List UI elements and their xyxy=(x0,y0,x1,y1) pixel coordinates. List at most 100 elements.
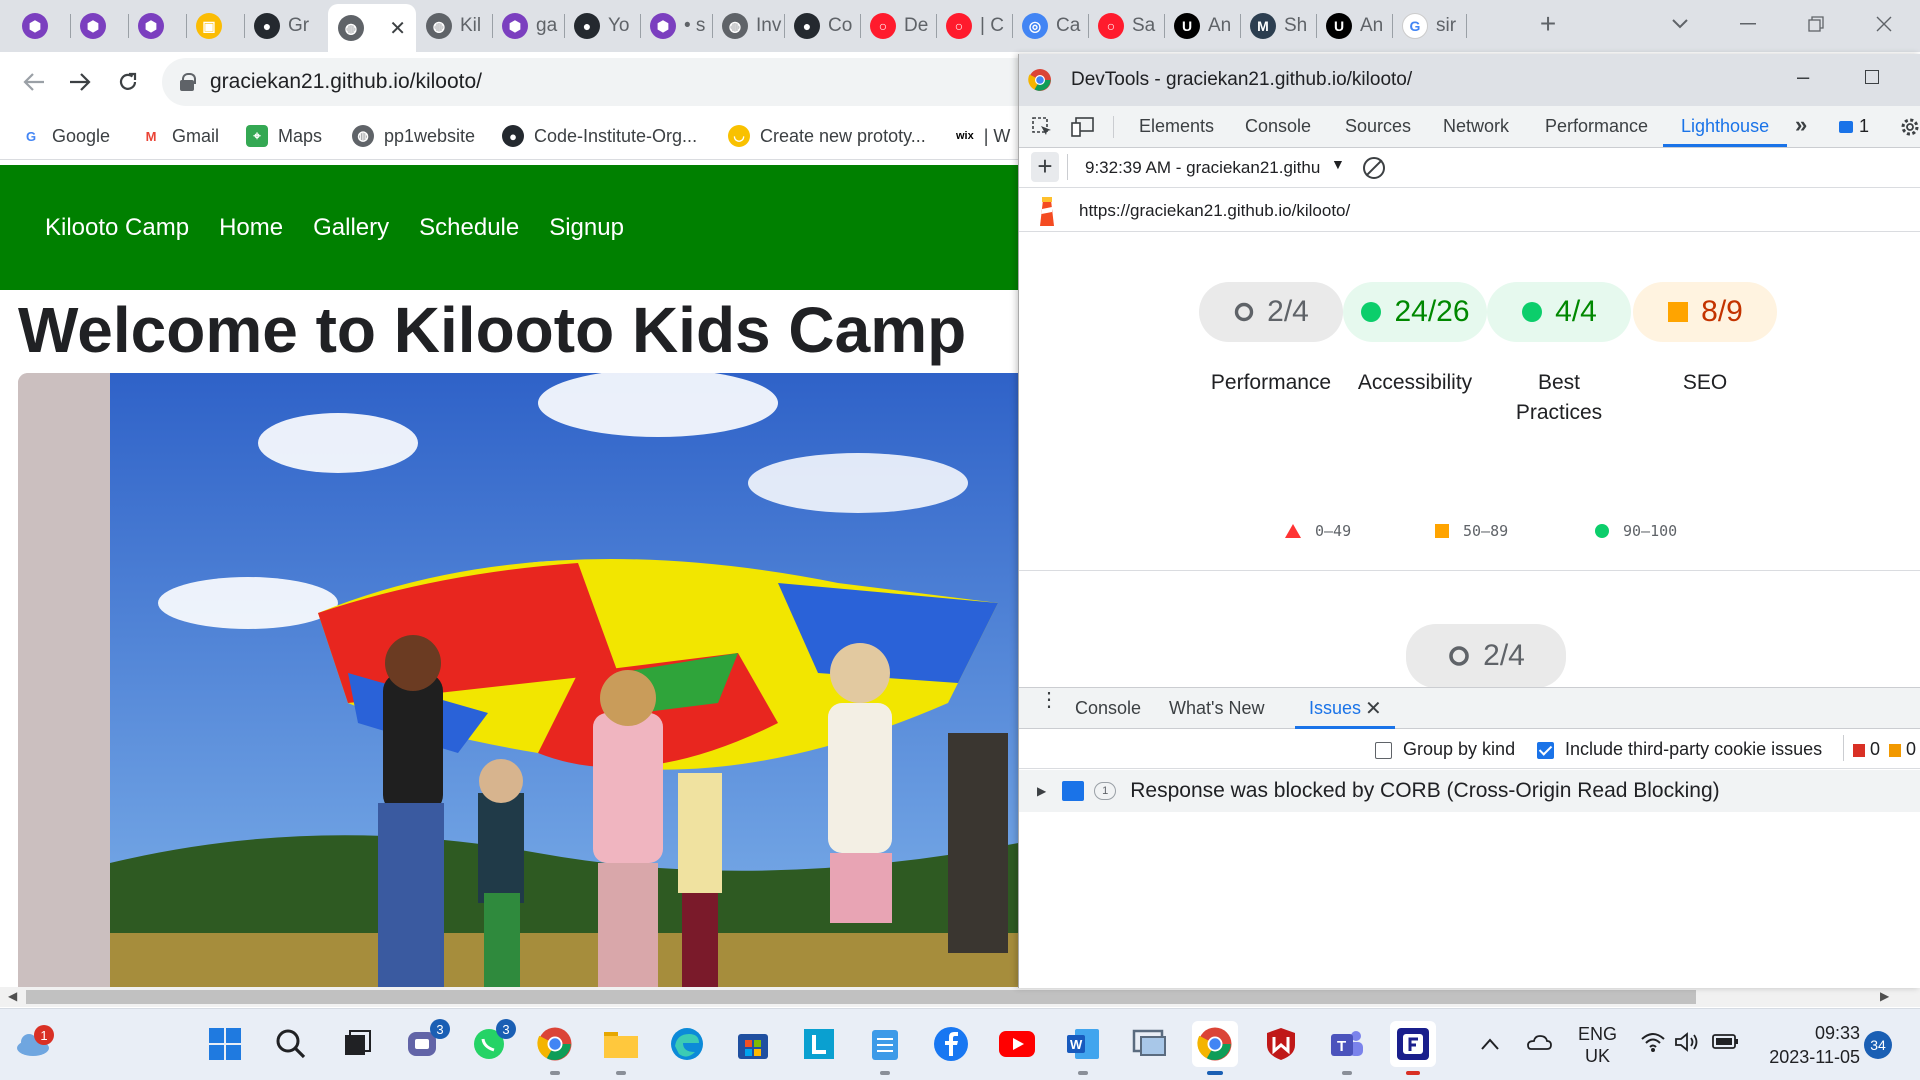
edge-app[interactable] xyxy=(664,1021,710,1067)
search-button[interactable] xyxy=(268,1021,314,1067)
browser-tab[interactable]: ○ De xyxy=(860,6,936,46)
tab-search-icon[interactable] xyxy=(1660,6,1700,42)
warning-counter[interactable]: 0 xyxy=(1889,739,1916,760)
browser-tab[interactable]: ● Gr xyxy=(244,6,328,46)
devtools-maximize-icon[interactable] xyxy=(1865,70,1879,84)
score-gauge-best-practices[interactable]: 4/4 xyxy=(1487,282,1631,342)
teams-chat-app[interactable]: 3 xyxy=(400,1019,450,1067)
microsoft-store-app[interactable] xyxy=(730,1021,776,1067)
horizontal-scrollbar[interactable]: ◀ ▶ xyxy=(0,987,1920,1007)
drawer-menu-icon[interactable]: ⋮ xyxy=(1039,690,1059,710)
expand-triangle-icon[interactable]: ▶ xyxy=(1037,784,1046,798)
new-report-button[interactable]: + xyxy=(1031,152,1059,182)
nav-schedule[interactable]: Schedule xyxy=(419,214,519,242)
bookmark-wix[interactable]: wix | W xyxy=(956,120,1010,152)
youtube-app[interactable] xyxy=(994,1021,1040,1067)
browser-tab[interactable]: ▣ xyxy=(186,6,244,46)
back-button[interactable] xyxy=(16,64,52,100)
word-app[interactable]: W xyxy=(1060,1021,1106,1075)
bookmark-gmail[interactable]: M Gmail xyxy=(140,120,219,152)
battery-icon[interactable] xyxy=(1712,1031,1740,1056)
mcafee-app[interactable] xyxy=(1258,1021,1304,1067)
tab-sources[interactable]: Sources xyxy=(1345,116,1411,137)
task-view-button[interactable] xyxy=(334,1021,380,1067)
weather-widget[interactable]: 1 xyxy=(10,1021,56,1067)
close-issues-icon[interactable]: ✕ xyxy=(1365,696,1382,721)
bookmark-pp1website[interactable]: ◍ pp1website xyxy=(352,120,475,152)
browser-tab[interactable]: Gsir xyxy=(1392,6,1466,46)
nav-gallery[interactable]: Gallery xyxy=(313,214,389,242)
tab-active[interactable]: ◍ ✕ xyxy=(328,4,416,52)
browser-tab[interactable]: ○ Sa xyxy=(1088,6,1164,46)
issue-row[interactable]: ▶ 1 Response was blocked by CORB (Cross-… xyxy=(1019,770,1920,812)
drawer-tab-issues[interactable]: Issues xyxy=(1309,698,1361,719)
group-by-kind-checkbox[interactable]: Group by kind xyxy=(1375,739,1515,760)
tab-elements[interactable]: Elements xyxy=(1139,116,1214,137)
nav-brand[interactable]: Kilooto Camp xyxy=(45,214,189,242)
file-explorer-app[interactable] xyxy=(598,1021,644,1075)
bookmark-google[interactable]: G Google xyxy=(20,120,110,152)
remote-desktop-app[interactable] xyxy=(1126,1021,1172,1067)
browser-tab[interactable]: ◎ Ca xyxy=(1012,6,1088,46)
bookmark-code-institute[interactable]: ● Code-Institute-Org... xyxy=(502,120,697,152)
score-gauge-performance[interactable]: 2/4 xyxy=(1199,282,1343,342)
browser-tab[interactable]: U An xyxy=(1316,6,1392,46)
report-selector[interactable]: 9:32:39 AM - graciekan21.githu xyxy=(1085,158,1320,178)
issues-counter[interactable]: 1 xyxy=(1839,116,1869,137)
close-tab-icon[interactable]: ✕ xyxy=(389,16,406,41)
tab-network[interactable]: Network xyxy=(1443,116,1509,137)
more-tabs-icon[interactable]: » xyxy=(1795,112,1807,138)
wifi-icon[interactable] xyxy=(1640,1031,1666,1058)
scroll-left-arrow-icon[interactable]: ◀ xyxy=(8,989,17,1003)
bookmark-create-prototype[interactable]: ◡ Create new prototy... xyxy=(728,120,926,152)
restore-icon[interactable] xyxy=(1796,6,1836,42)
tab-console[interactable]: Console xyxy=(1245,116,1311,137)
drawer-tab-whats-new[interactable]: What's New xyxy=(1169,698,1264,719)
facebook-app[interactable] xyxy=(928,1021,974,1067)
browser-tab[interactable]: ⬢ • s xyxy=(640,6,712,46)
scroll-right-arrow-icon[interactable]: ▶ xyxy=(1880,989,1889,1003)
browser-tab[interactable]: ● Yo xyxy=(564,6,640,46)
tray-overflow-chevron-icon[interactable] xyxy=(1480,1031,1500,1057)
tab-performance[interactable]: Performance xyxy=(1545,116,1648,137)
score-gauge-seo[interactable]: 8/9 xyxy=(1633,282,1777,342)
teams-app[interactable]: T xyxy=(1324,1021,1370,1075)
drawer-tab-console[interactable]: Console xyxy=(1075,698,1141,719)
scrollbar-thumb[interactable] xyxy=(26,990,1696,1004)
error-counter[interactable]: 0 xyxy=(1853,739,1880,760)
reload-button[interactable] xyxy=(110,64,146,100)
score-gauge-accessibility[interactable]: 24/26 xyxy=(1343,282,1487,342)
notification-badge[interactable]: 34 xyxy=(1864,1031,1892,1059)
inspect-element-icon[interactable] xyxy=(1031,116,1053,143)
whatsapp-app[interactable]: 3 xyxy=(466,1019,516,1067)
tab-lighthouse[interactable]: Lighthouse xyxy=(1681,116,1769,137)
browser-tab[interactable]: ⬢ ga xyxy=(492,6,564,46)
devtools-minimize-icon[interactable]: – xyxy=(1797,64,1809,90)
l-app[interactable] xyxy=(796,1021,842,1067)
browser-tab[interactable]: ⬢ xyxy=(12,6,70,46)
browser-tab[interactable]: ◍ Kil xyxy=(416,6,492,46)
notepad-app[interactable] xyxy=(862,1021,908,1075)
browser-tab[interactable]: ⬢ xyxy=(128,6,186,46)
browser-tab[interactable]: ○ | C xyxy=(936,6,1012,46)
report-dropdown-icon[interactable]: ▼ xyxy=(1331,156,1345,172)
clear-reports-icon[interactable] xyxy=(1363,157,1385,179)
third-party-cookie-checkbox[interactable]: Include third-party cookie issues xyxy=(1537,739,1822,760)
f-app[interactable] xyxy=(1390,1021,1436,1075)
close-window-icon[interactable] xyxy=(1864,6,1904,42)
volume-icon[interactable] xyxy=(1674,1031,1700,1058)
new-tab-button[interactable]: + xyxy=(1528,6,1568,42)
nav-signup[interactable]: Signup xyxy=(549,214,624,242)
nav-home[interactable]: Home xyxy=(219,214,283,242)
language-indicator[interactable]: ENG UK xyxy=(1578,1023,1617,1067)
minimize-icon[interactable] xyxy=(1728,6,1768,42)
chrome-app[interactable] xyxy=(532,1021,578,1075)
chrome-app-active[interactable] xyxy=(1192,1021,1238,1075)
browser-tab[interactable]: M Sh xyxy=(1240,6,1316,46)
onedrive-icon[interactable] xyxy=(1526,1033,1552,1056)
detail-gauge-performance[interactable]: 2/4 xyxy=(1406,624,1566,687)
start-button[interactable] xyxy=(202,1021,248,1067)
device-toolbar-icon[interactable] xyxy=(1071,116,1095,143)
browser-tab[interactable]: ◍ Inv xyxy=(712,6,784,46)
browser-tab[interactable]: ● Co xyxy=(784,6,860,46)
